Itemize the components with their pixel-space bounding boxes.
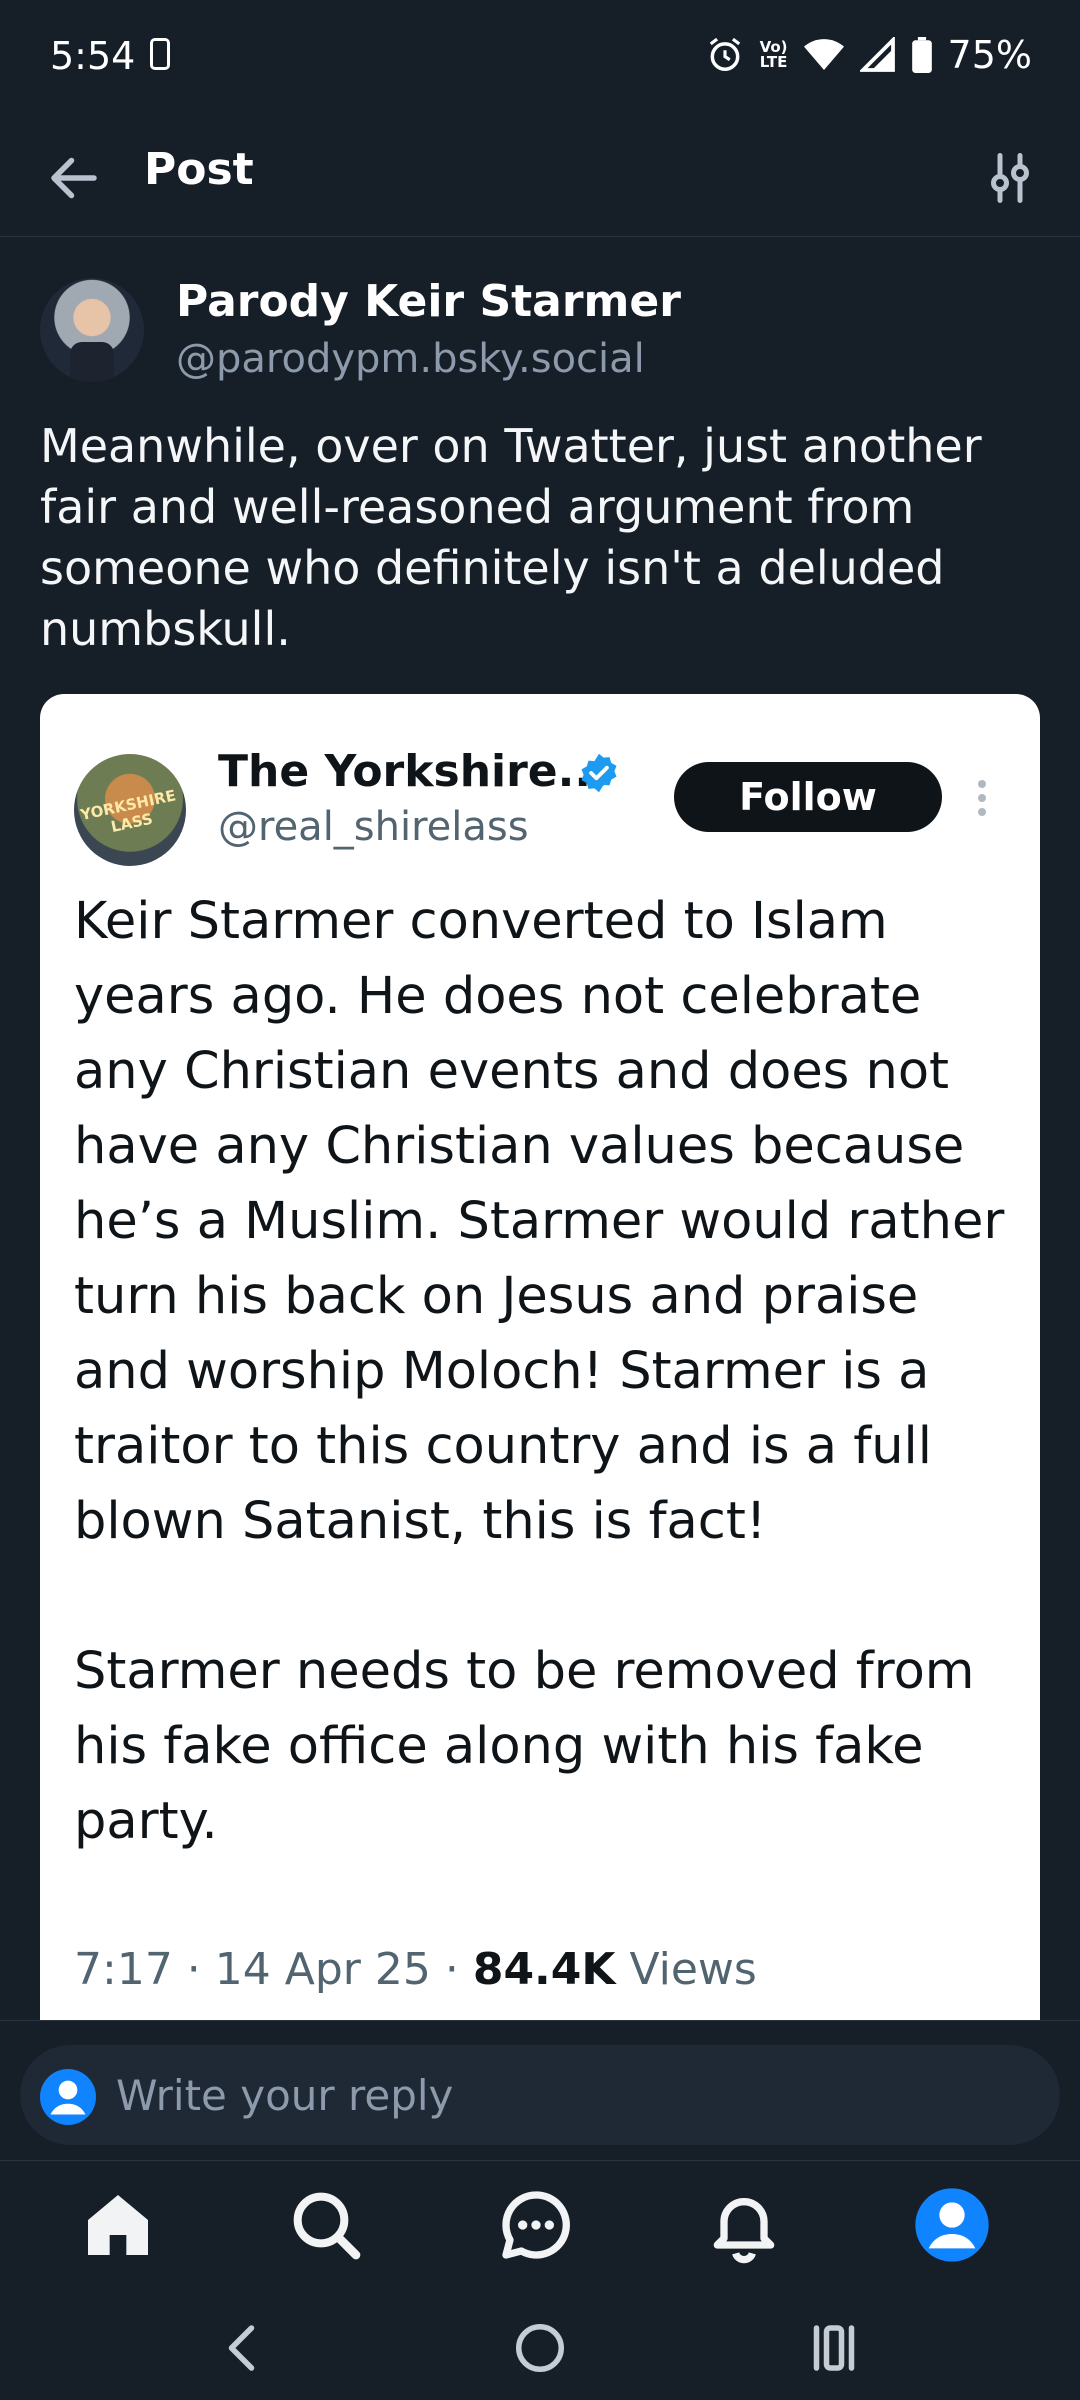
embedded-author-handle: @real_shirelass xyxy=(218,804,529,850)
profile-icon[interactable] xyxy=(912,2185,992,2265)
status-time: 5:54 xyxy=(50,34,136,78)
system-nav-bar xyxy=(0,2290,1080,2400)
battery-percent: 75% xyxy=(947,33,1032,77)
embedded-views-label: Views xyxy=(615,1944,757,1995)
more-options-icon xyxy=(978,780,986,816)
embedded-views-count: 84.4K xyxy=(472,1944,616,1995)
nav-recents-icon[interactable] xyxy=(804,2318,864,2378)
status-bar: 5:54 Vo) LTE 75% xyxy=(0,0,1080,118)
chat-icon[interactable] xyxy=(496,2185,576,2265)
back-arrow-icon[interactable] xyxy=(44,148,104,208)
embedded-tweet-date: 14 Apr 25 xyxy=(214,1944,431,1995)
notifications-icon[interactable] xyxy=(704,2185,784,2265)
meta-separator: · xyxy=(430,1944,473,1995)
user-avatar-icon xyxy=(40,2069,96,2125)
meta-separator: · xyxy=(172,1944,215,1995)
embedded-author-name: The Yorkshire... xyxy=(218,746,608,797)
verified-badge-icon xyxy=(581,753,617,793)
top-bar: Post xyxy=(0,118,1080,237)
nav-back-icon[interactable] xyxy=(214,2318,274,2378)
author-avatar[interactable] xyxy=(40,278,144,382)
wifi-icon xyxy=(803,39,844,70)
thread-options-icon[interactable] xyxy=(980,148,1040,208)
post-image[interactable]: YORKSHIRE LASS The Yorkshire... @real_sh… xyxy=(40,694,1040,2020)
reply-bar: Write your reply xyxy=(0,2020,1080,2161)
embedded-avatar-logo-text: YORKSHIRE LASS xyxy=(78,786,178,836)
reply-input[interactable]: Write your reply xyxy=(20,2045,1060,2145)
embedded-tweet-time: 7:17 xyxy=(74,1944,173,1995)
status-icons: Vo) LTE 75% xyxy=(706,30,1032,80)
alarm-icon xyxy=(709,37,740,71)
nav-home-icon[interactable] xyxy=(510,2318,570,2378)
reply-placeholder: Write your reply xyxy=(116,2071,454,2120)
search-icon[interactable] xyxy=(286,2185,366,2265)
embedded-follow-button: Follow xyxy=(674,762,942,832)
battery-icon xyxy=(911,37,932,73)
embedded-author-avatar: YORKSHIRE LASS xyxy=(74,754,186,866)
volte-icon: Vo) LTE xyxy=(759,38,788,71)
author-handle[interactable]: @parodypm.bsky.social xyxy=(176,336,645,382)
embedded-tweet-text: Keir Starmer converted to Islam years ag… xyxy=(74,892,1005,1851)
phone-icon xyxy=(150,38,170,70)
bottom-tab-bar xyxy=(0,2160,1080,2291)
page-title: Post xyxy=(144,144,254,195)
signal-icon xyxy=(859,37,895,72)
home-icon[interactable] xyxy=(78,2185,158,2265)
author-name[interactable]: Parody Keir Starmer xyxy=(176,276,681,327)
embedded-tweet-meta: 7:17 · 14 Apr 25 · 84.4K Views xyxy=(74,1944,757,1995)
post-text: Meanwhile, over on Twatter, just another… xyxy=(40,419,982,656)
